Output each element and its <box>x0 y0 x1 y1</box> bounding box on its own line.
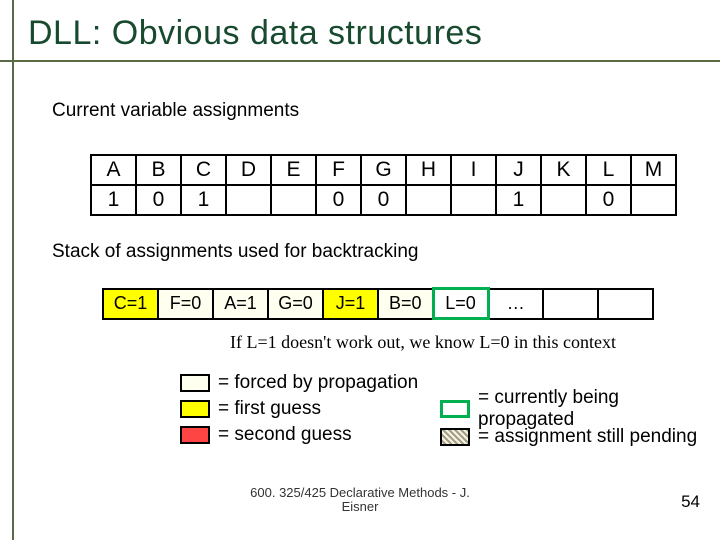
table-row: C=1 F=0 A=1 G=0 J=1 B=0 L=0 … <box>103 289 653 319</box>
footer: 600. 325/425 Declarative Methods - J. Ei… <box>0 486 720 515</box>
cell <box>631 185 676 215</box>
table-row: A B C D E F G H I J K L M <box>91 155 676 185</box>
legend-label: = currently being propagated <box>478 387 720 431</box>
page-title: DLL: Obvious data structures <box>28 14 482 53</box>
slide-number: 54 <box>681 492 700 512</box>
legend-label: = first guess <box>218 398 321 420</box>
legend-row: = second guess <box>180 422 418 448</box>
cell: F <box>316 155 361 185</box>
legend-label: = second guess <box>218 424 352 446</box>
cell: D <box>226 155 271 185</box>
cell <box>406 185 451 215</box>
cell: A=1 <box>213 289 268 319</box>
legend-left: = forced by propagation = first guess = … <box>180 370 418 448</box>
legend-row: = currently being propagated <box>440 395 720 423</box>
cell <box>543 289 598 319</box>
cell: F=0 <box>158 289 213 319</box>
swatch-second-icon <box>180 426 210 444</box>
cell: L <box>586 155 631 185</box>
cell: A <box>91 155 136 185</box>
cell: G=0 <box>268 289 323 319</box>
subhead-current: Current variable assignments <box>52 100 299 122</box>
legend-row: = first guess <box>180 396 418 422</box>
cell: … <box>488 289 543 319</box>
context-note: If L=1 doesn't work out, we know L=0 in … <box>230 332 616 353</box>
cell: G <box>361 155 406 185</box>
swatch-first-icon <box>180 400 210 418</box>
cell: 0 <box>316 185 361 215</box>
cell: 1 <box>496 185 541 215</box>
cell <box>598 289 653 319</box>
cell: C <box>181 155 226 185</box>
cell: 0 <box>361 185 406 215</box>
cell <box>271 185 316 215</box>
swatch-propagating-icon <box>440 400 470 418</box>
cell: 1 <box>91 185 136 215</box>
cell <box>451 185 496 215</box>
table-row: 1 0 1 0 0 1 0 <box>91 185 676 215</box>
cell: E <box>271 155 316 185</box>
cell: J <box>496 155 541 185</box>
cell: B <box>136 155 181 185</box>
cell: I <box>451 155 496 185</box>
title-underline <box>0 60 720 62</box>
legend-label: = forced by propagation <box>218 372 418 394</box>
cell: B=0 <box>378 289 433 319</box>
cell <box>226 185 271 215</box>
left-rule <box>12 0 14 540</box>
footer-line1: 600. 325/425 Declarative Methods - J. <box>0 486 720 500</box>
swatch-forced-icon <box>180 374 210 392</box>
legend-label: = assignment still pending <box>478 426 697 448</box>
legend-row: = assignment still pending <box>440 423 720 451</box>
subhead-stack: Stack of assignments used for backtracki… <box>52 241 418 263</box>
cell: M <box>631 155 676 185</box>
cell: L=0 <box>433 289 488 319</box>
legend-right: = currently being propagated = assignmen… <box>440 395 720 451</box>
variable-table: A B C D E F G H I J K L M 1 0 1 0 0 1 0 <box>90 154 677 216</box>
cell: C=1 <box>103 289 158 319</box>
cell: 0 <box>136 185 181 215</box>
legend-row: = forced by propagation <box>180 370 418 396</box>
footer-line2: Eisner <box>0 500 720 514</box>
cell: 1 <box>181 185 226 215</box>
stack-table: C=1 F=0 A=1 G=0 J=1 B=0 L=0 … <box>102 287 654 320</box>
swatch-pending-icon <box>440 428 470 446</box>
cell: H <box>406 155 451 185</box>
cell: J=1 <box>323 289 378 319</box>
cell <box>541 185 586 215</box>
cell: K <box>541 155 586 185</box>
cell: 0 <box>586 185 631 215</box>
